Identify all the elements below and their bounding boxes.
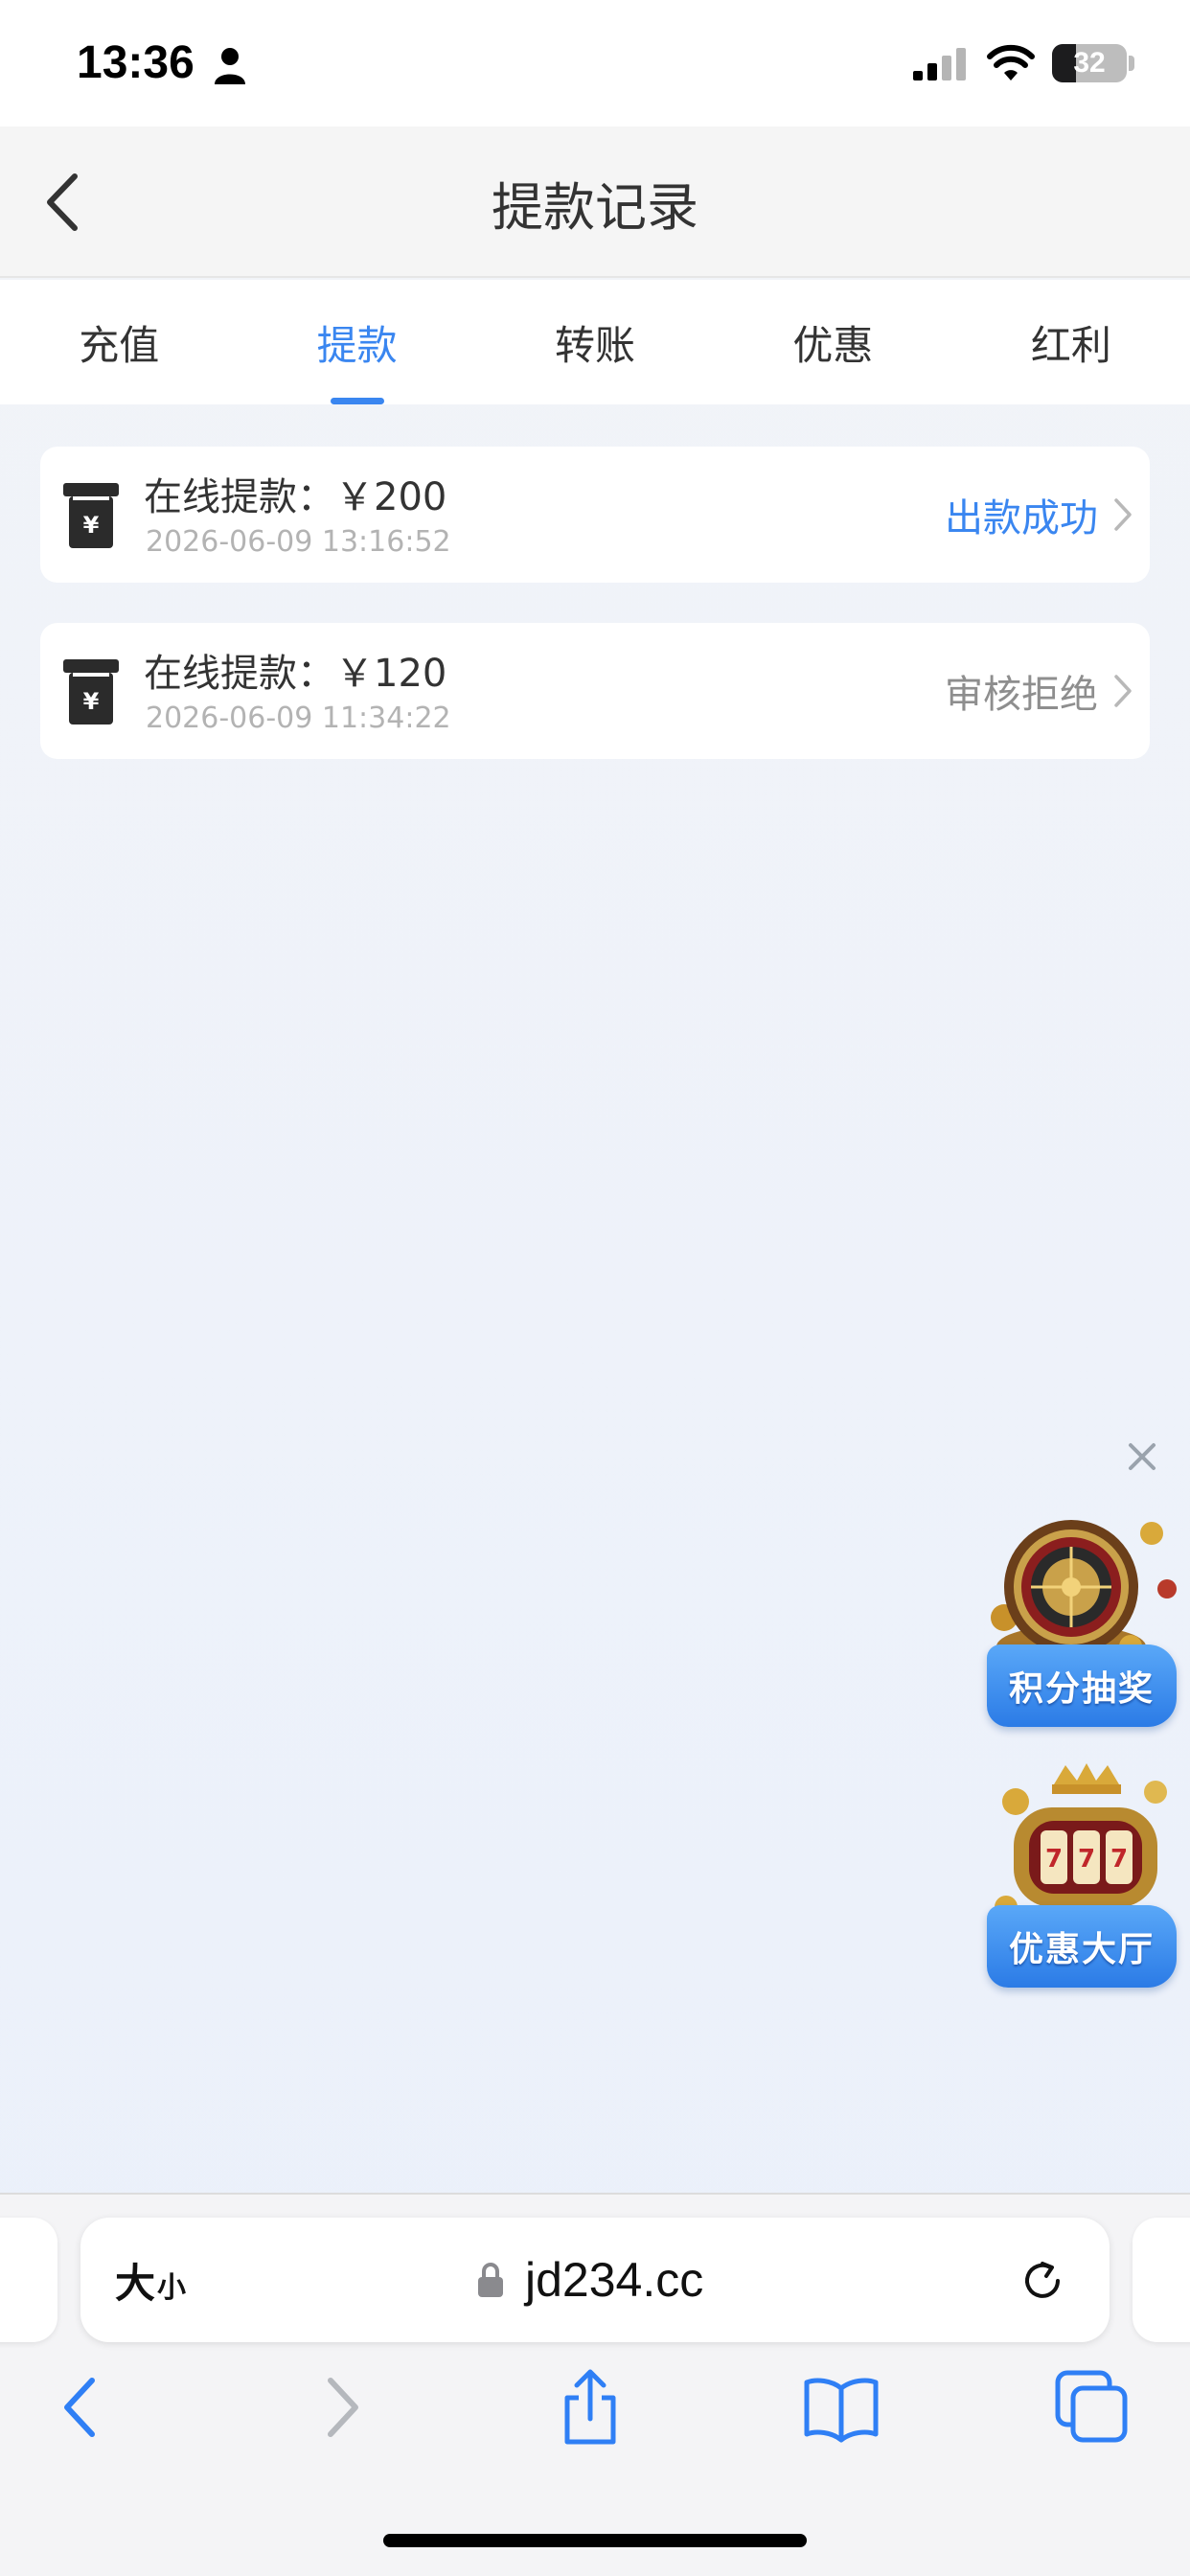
battery-cap — [1129, 56, 1134, 71]
close-icon[interactable] — [1123, 1438, 1161, 1476]
bookmarks-icon[interactable] — [801, 2367, 881, 2448]
text-size-big-glyph: 大 — [115, 2259, 156, 2307]
promo-points-lottery[interactable]: 积分抽奖 — [987, 1503, 1177, 1733]
battery-percent: 32 — [1073, 47, 1106, 79]
battery-icon: 32 — [1052, 44, 1127, 82]
next-tab-preview[interactable] — [1133, 2218, 1190, 2342]
page-title: 提款记录 — [492, 176, 698, 238]
status-time: 13:36 — [77, 37, 195, 88]
chevron-right-icon — [1114, 675, 1132, 707]
share-icon[interactable] — [550, 2367, 630, 2448]
forward-icon[interactable] — [300, 2367, 380, 2448]
chevron-right-icon — [1114, 498, 1132, 531]
promo-label: 积分抽奖 — [1008, 1669, 1155, 1709]
tab-bonus[interactable]: 红利 — [952, 280, 1190, 404]
atm-yen-icon: ¥ — [63, 483, 119, 548]
promo-promotions-hall[interactable]: 7 7 7 优惠大厅 — [987, 1763, 1177, 1993]
tab-label: 充值 — [79, 321, 160, 369]
svg-text:7: 7 — [1078, 1845, 1095, 1874]
tab-label: 转账 — [555, 321, 636, 369]
promo-label: 优惠大厅 — [1008, 1930, 1155, 1969]
record-title: 在线提款：￥120 — [144, 652, 447, 696]
withdrawal-record[interactable]: ¥ 在线提款：￥120 2026-06-09 11:34:22 审核拒绝 — [40, 623, 1150, 759]
person-icon — [215, 48, 245, 84]
tab-label: 优惠 — [792, 321, 874, 369]
active-tab-indicator — [330, 398, 384, 404]
record-time: 2026-06-09 13:16:52 — [146, 525, 451, 559]
nav-header: 提款记录 — [0, 126, 1190, 278]
tab-label: 红利 — [1030, 321, 1111, 369]
home-indicator — [383, 2534, 807, 2547]
svg-text:¥: ¥ — [83, 512, 100, 539]
record-status: 审核拒绝 — [945, 673, 1098, 717]
svg-text:7: 7 — [1110, 1845, 1128, 1874]
previous-tab-preview[interactable] — [0, 2218, 57, 2342]
withdrawal-record[interactable]: ¥ 在线提款：￥200 2026-06-09 13:16:52 出款成功 — [40, 447, 1150, 583]
tab-deposit[interactable]: 充值 — [0, 280, 238, 404]
svg-text:7: 7 — [1045, 1845, 1063, 1874]
back-icon[interactable] — [44, 2367, 125, 2448]
address-bar[interactable]: 大 小 jd234.cc — [80, 2218, 1110, 2342]
tab-bar: 充值 提款 转账 优惠 红利 — [0, 280, 1190, 404]
tab-label: 提款 — [316, 321, 398, 369]
record-title: 在线提款：￥200 — [144, 475, 447, 519]
text-size-small-glyph: 小 — [157, 2271, 187, 2305]
signal-icon — [913, 48, 966, 80]
text-size-button[interactable]: 大 小 — [115, 2218, 186, 2342]
record-time: 2026-06-09 11:34:22 — [146, 702, 451, 735]
status-bar: 13:36 32 — [0, 0, 1190, 126]
wifi-icon — [987, 44, 1035, 80]
tab-promotions[interactable]: 优惠 — [714, 280, 951, 404]
atm-yen-icon: ¥ — [63, 659, 119, 724]
url-text[interactable]: jd234.cc — [525, 2218, 703, 2342]
tabs-icon[interactable] — [1052, 2367, 1133, 2448]
svg-text:¥: ¥ — [83, 688, 100, 715]
lock-icon — [478, 2263, 503, 2297]
tab-transfer[interactable]: 转账 — [476, 280, 714, 404]
reload-icon[interactable] — [1018, 2256, 1067, 2306]
tab-withdraw[interactable]: 提款 — [238, 280, 475, 404]
record-status: 出款成功 — [945, 496, 1098, 540]
